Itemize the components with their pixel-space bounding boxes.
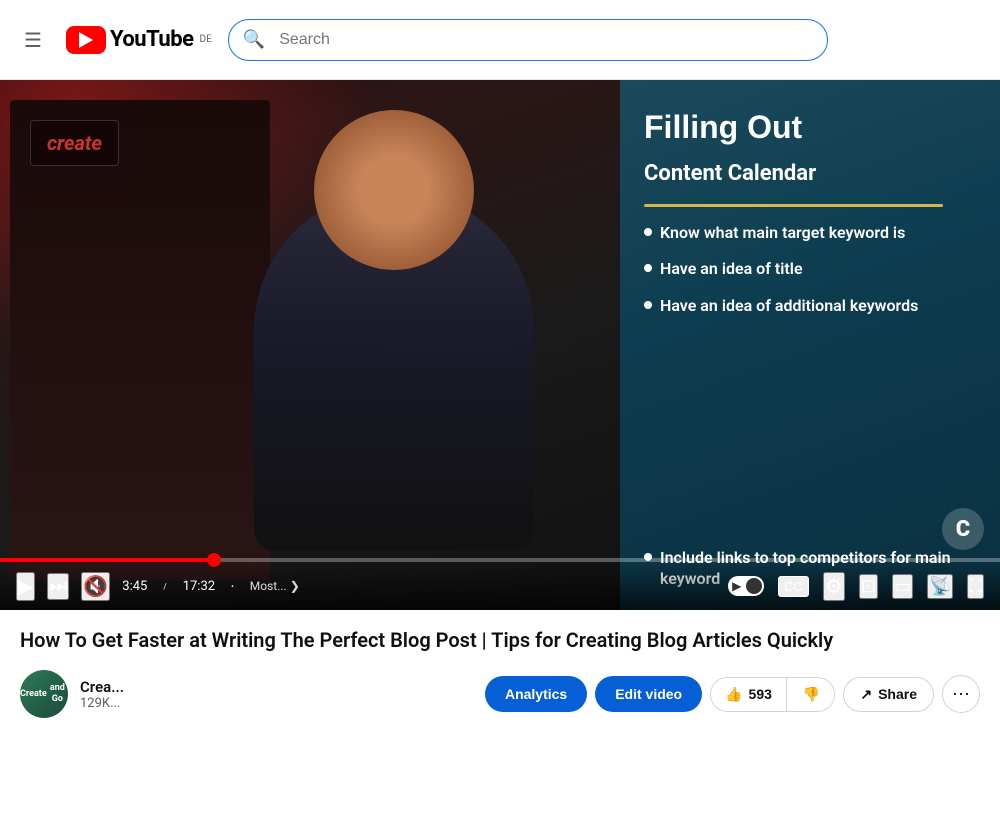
video-controls: ▶ ⏭ 🔇 3:45 / 17:32 • Most... ❯ ▶ CC ⚙ ⊡ … [0, 562, 1000, 610]
channel-row: Create and Go Crea... 129K... Analytics … [20, 670, 980, 718]
more-options-button[interactable]: ⋯ [942, 675, 980, 713]
youtube-logo-text: YouTube [110, 27, 194, 52]
create-sign-text: create [47, 131, 102, 155]
info-bullet-3: Have an idea of additional keywords [644, 296, 976, 317]
right-controls: ▶ CC ⚙ ⊡ ▭ 📡 ⛶ [728, 572, 984, 601]
analytics-button[interactable]: Analytics [485, 676, 587, 712]
like-count: 593 [749, 686, 772, 702]
video-thumbnail: create Filling Out Content Calendar Know… [0, 80, 1000, 610]
dislike-button[interactable]: 👎 [789, 678, 834, 711]
edit-video-button[interactable]: Edit video [595, 676, 702, 712]
person-head [314, 110, 474, 270]
thumbs-down-icon: 👎 [803, 686, 820, 703]
info-title-main: Filling Out [644, 110, 976, 145]
region-label: DE [200, 34, 212, 45]
channel-name: Crea... [80, 678, 124, 696]
create-sign: create [30, 120, 119, 166]
bullet-dot-1 [644, 228, 652, 236]
video-info: How To Get Faster at Writing The Perfect… [0, 610, 1000, 718]
search-icon: 🔍 [229, 29, 279, 50]
bullet-dot-2 [644, 264, 652, 272]
channel-info: Crea... 129K... [80, 678, 124, 711]
action-buttons: Analytics Edit video 👍 593 👎 ↗ Share ⋯ [485, 675, 980, 713]
playlist-info[interactable]: Most... ❯ [250, 579, 300, 593]
search-bar: 🔍 [228, 19, 828, 61]
thumbs-up-icon: 👍 [725, 686, 742, 703]
total-time: 17:32 [183, 579, 215, 594]
youtube-logo[interactable]: YouTube DE [66, 26, 212, 54]
channel-subs: 129K... [80, 696, 124, 711]
like-button[interactable]: 👍 593 [711, 678, 787, 711]
header: ☰ YouTube DE 🔍 [0, 0, 1000, 80]
autoplay-toggle[interactable]: ▶ [728, 576, 764, 596]
play-button[interactable]: ▶ [16, 572, 35, 601]
miniplayer-button[interactable]: ⊡ [859, 574, 878, 599]
video-player[interactable]: create Filling Out Content Calendar Know… [0, 80, 1000, 610]
video-left-panel: create [0, 80, 620, 610]
video-right-panel: Filling Out Content Calendar Know what m… [620, 80, 1000, 610]
shelf-background [10, 100, 270, 580]
more-dots-icon: ⋯ [952, 684, 970, 705]
theater-button[interactable]: ▭ [892, 574, 913, 599]
cast-button[interactable]: 📡 [927, 574, 953, 599]
c-watermark: C [942, 508, 984, 550]
info-bullet-1: Know what main target keyword is [644, 223, 976, 244]
next-button[interactable]: ⏭ [47, 573, 69, 600]
fullscreen-button[interactable]: ⛶ [967, 574, 984, 599]
info-divider [644, 204, 943, 207]
channel-avatar[interactable]: Create and Go [20, 670, 68, 718]
share-button[interactable]: ↗ Share [843, 677, 934, 712]
person-body [254, 190, 534, 550]
time-separator: / [163, 582, 166, 591]
cc-button[interactable]: CC [778, 576, 809, 597]
search-input[interactable] [279, 31, 827, 49]
current-time: 3:45 [122, 579, 147, 594]
settings-button[interactable]: ⚙ [823, 572, 845, 601]
menu-icon[interactable]: ☰ [16, 20, 50, 60]
share-icon: ↗ [860, 686, 872, 703]
mute-button[interactable]: 🔇 [81, 572, 110, 601]
video-title: How To Get Faster at Writing The Perfect… [20, 626, 980, 654]
like-section: 👍 593 👎 [710, 677, 835, 712]
time-dot: • [231, 582, 234, 591]
info-title-sub: Content Calendar [644, 161, 976, 187]
bullet-dot-3 [644, 301, 652, 309]
youtube-logo-icon [66, 26, 106, 54]
info-bullet-2: Have an idea of title [644, 259, 976, 280]
autoplay-play-icon: ▶ [732, 579, 741, 593]
